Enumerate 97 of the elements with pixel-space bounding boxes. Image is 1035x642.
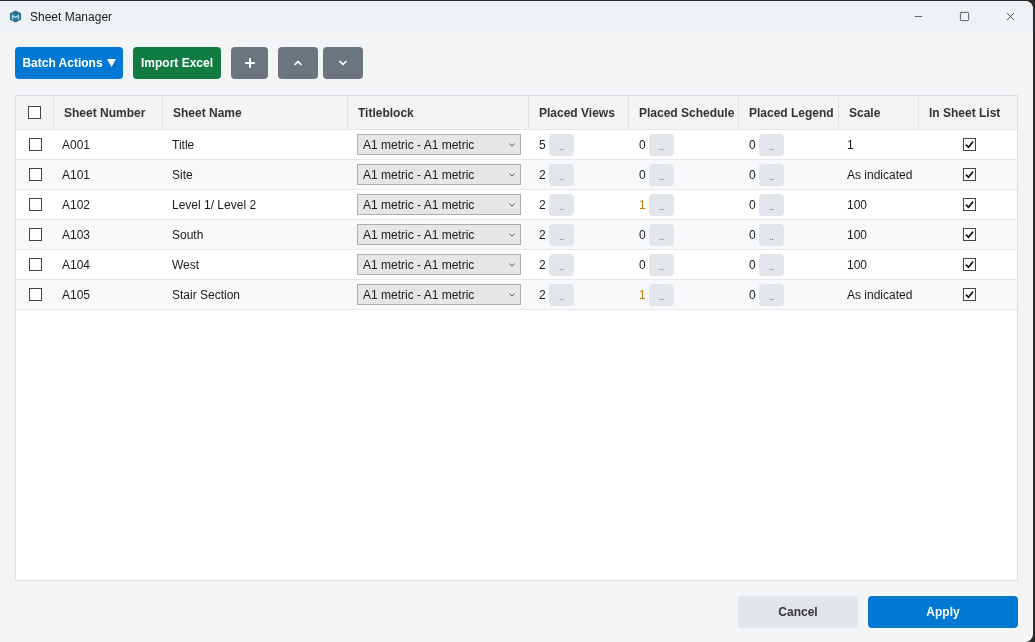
browse-button[interactable]: ..	[759, 133, 784, 156]
browse-button[interactable]: ..	[759, 253, 784, 276]
count-text: 0	[639, 226, 647, 244]
checkbox[interactable]	[962, 258, 976, 271]
count-text: 2	[539, 166, 547, 184]
checkbox[interactable]	[28, 288, 42, 301]
column-header: Scale	[849, 104, 881, 122]
titleblock-dropdown[interactable]: A1 metric - A1 metric	[357, 164, 521, 185]
apply-button[interactable]: Apply	[868, 596, 1018, 628]
chevron-down-icon	[509, 202, 515, 207]
batch-actions-button[interactable]: Batch Actions	[15, 47, 123, 79]
chevron-down-icon	[509, 292, 515, 297]
chevron-down-icon	[509, 262, 515, 267]
column-header: Sheet Number	[64, 104, 146, 122]
table-cell-text: Title	[172, 136, 195, 154]
table-cell-text: 100	[847, 226, 868, 244]
checkbox[interactable]	[962, 138, 976, 151]
checkbox[interactable]	[28, 198, 42, 211]
table-cell-text: West	[172, 256, 200, 274]
count-text: 0	[639, 166, 647, 184]
import-excel-button[interactable]: Import Excel	[133, 47, 221, 79]
count-text: 0	[749, 166, 757, 184]
browse-button[interactable]: ..	[759, 223, 784, 246]
browse-button[interactable]: ..	[759, 163, 784, 186]
add-button[interactable]	[231, 47, 268, 79]
count-text: 0	[639, 256, 647, 274]
column-header: Placed Schedule	[639, 104, 735, 122]
caret-icon	[106, 59, 116, 67]
plus-icon	[242, 56, 257, 70]
titleblock-dropdown[interactable]: A1 metric - A1 metric	[357, 284, 521, 305]
maximize-icon	[958, 11, 970, 22]
table-cell-text: A101	[62, 166, 91, 184]
table-cell-text: As indicated	[847, 166, 913, 184]
titleblock-dropdown[interactable]: A1 metric - A1 metric	[357, 194, 521, 215]
count-text: 0	[749, 256, 757, 274]
browse-button[interactable]: ..	[649, 283, 674, 306]
browse-button[interactable]: ..	[549, 223, 574, 246]
browse-button[interactable]: ..	[649, 223, 674, 246]
table-cell-text: A105	[62, 286, 91, 304]
column-header: Sheet Name	[173, 104, 242, 122]
checkbox[interactable]	[962, 228, 976, 241]
count-text: 0	[749, 136, 757, 154]
browse-button[interactable]: ..	[759, 283, 784, 306]
chevron-down-icon	[509, 232, 515, 237]
browse-button[interactable]: ..	[549, 253, 574, 276]
browse-button[interactable]: ..	[549, 283, 574, 306]
chevron-down-icon	[509, 172, 515, 177]
count-text: 1	[639, 286, 647, 304]
count-text: 5	[539, 136, 547, 154]
browse-button[interactable]: ..	[759, 193, 784, 216]
count-text: 0	[749, 286, 757, 304]
count-text: 2	[539, 256, 547, 274]
checkbox[interactable]	[28, 106, 41, 119]
chevron-down-icon	[509, 142, 515, 147]
table-cell-text: Stair Section	[172, 286, 241, 304]
browse-button[interactable]: ..	[649, 133, 674, 156]
cube-logo-icon	[9, 10, 22, 23]
browse-button[interactable]: ..	[549, 193, 574, 216]
count-text: 0	[749, 196, 757, 214]
count-text: 0	[749, 226, 757, 244]
browse-button[interactable]: ..	[649, 193, 674, 216]
table-cell-text: 100	[847, 196, 868, 214]
browse-button[interactable]: ..	[549, 133, 574, 156]
titleblock-dropdown[interactable]: A1 metric - A1 metric	[357, 134, 521, 155]
checkbox[interactable]	[28, 258, 42, 271]
table-cell-text: 100	[847, 256, 868, 274]
titleblock-dropdown[interactable]: A1 metric - A1 metric	[357, 254, 521, 275]
checkbox[interactable]	[962, 198, 976, 211]
table-cell-text: Level 1/ Level 2	[172, 196, 257, 214]
table-cell-text: 1	[847, 136, 854, 154]
browse-button[interactable]: ..	[649, 253, 674, 276]
checkbox[interactable]	[962, 168, 976, 181]
table-cell-text: A102	[62, 196, 91, 214]
browse-button[interactable]: ..	[549, 163, 574, 186]
column-header: Titleblock	[358, 104, 414, 122]
column-header: Placed Views	[539, 104, 615, 122]
checkbox[interactable]	[28, 228, 42, 241]
count-text: 2	[539, 226, 547, 244]
checkbox[interactable]	[28, 168, 42, 181]
table-cell-text: A104	[62, 256, 91, 274]
browse-button[interactable]: ..	[649, 163, 674, 186]
table-cell-text: South	[172, 226, 204, 244]
checkbox[interactable]	[28, 138, 42, 151]
titleblock-dropdown[interactable]: A1 metric - A1 metric	[357, 224, 521, 245]
checkbox[interactable]	[962, 288, 976, 301]
count-text: 1	[639, 196, 647, 214]
column-header: In Sheet List	[929, 104, 1001, 122]
count-text: 0	[639, 136, 647, 154]
cancel-button[interactable]: Cancel	[738, 596, 858, 628]
table-cell-text: Site	[172, 166, 193, 184]
column-header: Placed Legend	[749, 104, 834, 122]
window-title: Sheet Manager	[30, 8, 113, 26]
table-cell-text: A103	[62, 226, 91, 244]
table-cell-text: A001	[62, 136, 91, 154]
count-text: 2	[539, 196, 547, 214]
table-cell-text: As indicated	[847, 286, 913, 304]
count-text: 2	[539, 286, 547, 304]
